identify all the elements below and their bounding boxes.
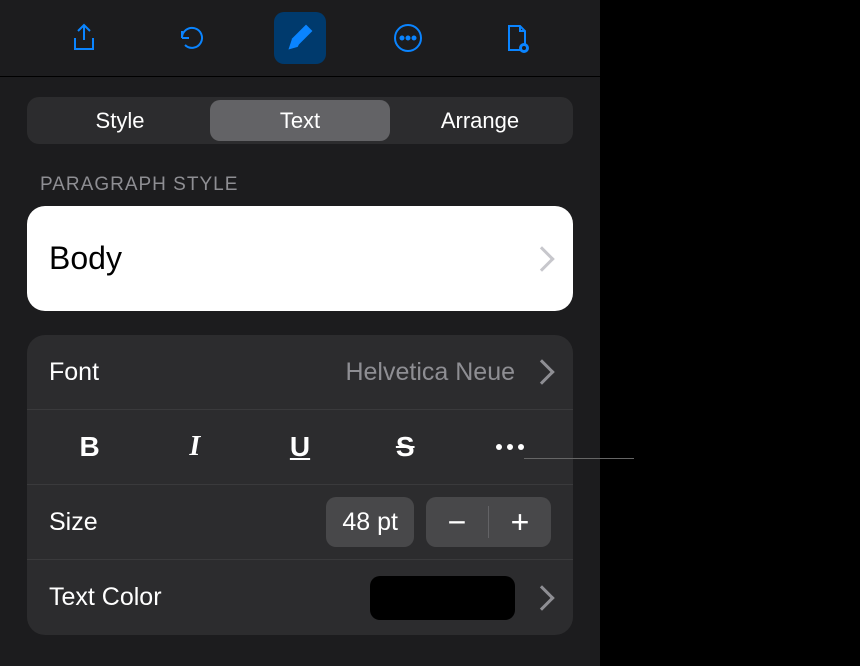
- callout-line: [524, 458, 634, 459]
- share-icon: [68, 22, 100, 54]
- color-swatch[interactable]: [370, 576, 515, 620]
- font-label: Font: [49, 358, 99, 387]
- font-row[interactable]: Font Helvetica Neue: [27, 335, 573, 410]
- paragraph-style-label: PARAGRAPH STYLE: [40, 174, 560, 196]
- chevron-right-icon: [529, 246, 554, 271]
- underline-button[interactable]: U: [247, 410, 352, 484]
- size-row: Size 48 pt − +: [27, 485, 573, 560]
- size-label: Size: [49, 508, 98, 537]
- tab-text[interactable]: Text: [210, 100, 390, 141]
- main-toolbar: [0, 0, 600, 77]
- size-increase-button[interactable]: +: [489, 497, 551, 547]
- size-stepper: − +: [426, 497, 551, 547]
- text-style-buttons: B I U S: [27, 410, 573, 485]
- paragraph-style-value: Body: [49, 240, 122, 277]
- size-value[interactable]: 48 pt: [326, 497, 414, 547]
- tab-style[interactable]: Style: [30, 100, 210, 141]
- size-decrease-button[interactable]: −: [426, 497, 488, 547]
- format-panel: Style Text Arrange PARAGRAPH STYLE Body …: [0, 0, 600, 666]
- text-format-card: Font Helvetica Neue B I U S Size 48 pt −: [27, 335, 573, 635]
- paragraph-style-selector[interactable]: Body: [27, 206, 573, 311]
- italic-button[interactable]: I: [142, 410, 247, 484]
- strikethrough-button[interactable]: S: [353, 410, 458, 484]
- text-color-row[interactable]: Text Color: [27, 560, 573, 635]
- document-button[interactable]: [490, 12, 542, 64]
- undo-button[interactable]: [166, 12, 218, 64]
- share-button[interactable]: [58, 12, 110, 64]
- more-button[interactable]: [382, 12, 434, 64]
- ellipsis-circle-icon: [392, 22, 424, 54]
- font-value: Helvetica Neue: [345, 358, 515, 387]
- document-icon: [500, 22, 532, 54]
- chevron-right-icon: [529, 359, 554, 384]
- bold-button[interactable]: B: [37, 410, 142, 484]
- undo-icon: [176, 22, 208, 54]
- tab-arrange[interactable]: Arrange: [390, 100, 570, 141]
- ellipsis-icon: [496, 444, 524, 450]
- paintbrush-icon: [284, 22, 316, 54]
- format-button[interactable]: [274, 12, 326, 64]
- text-color-label: Text Color: [49, 583, 162, 612]
- format-tabs: Style Text Arrange: [27, 97, 573, 144]
- chevron-right-icon: [529, 585, 554, 610]
- more-text-options-button[interactable]: [458, 410, 563, 484]
